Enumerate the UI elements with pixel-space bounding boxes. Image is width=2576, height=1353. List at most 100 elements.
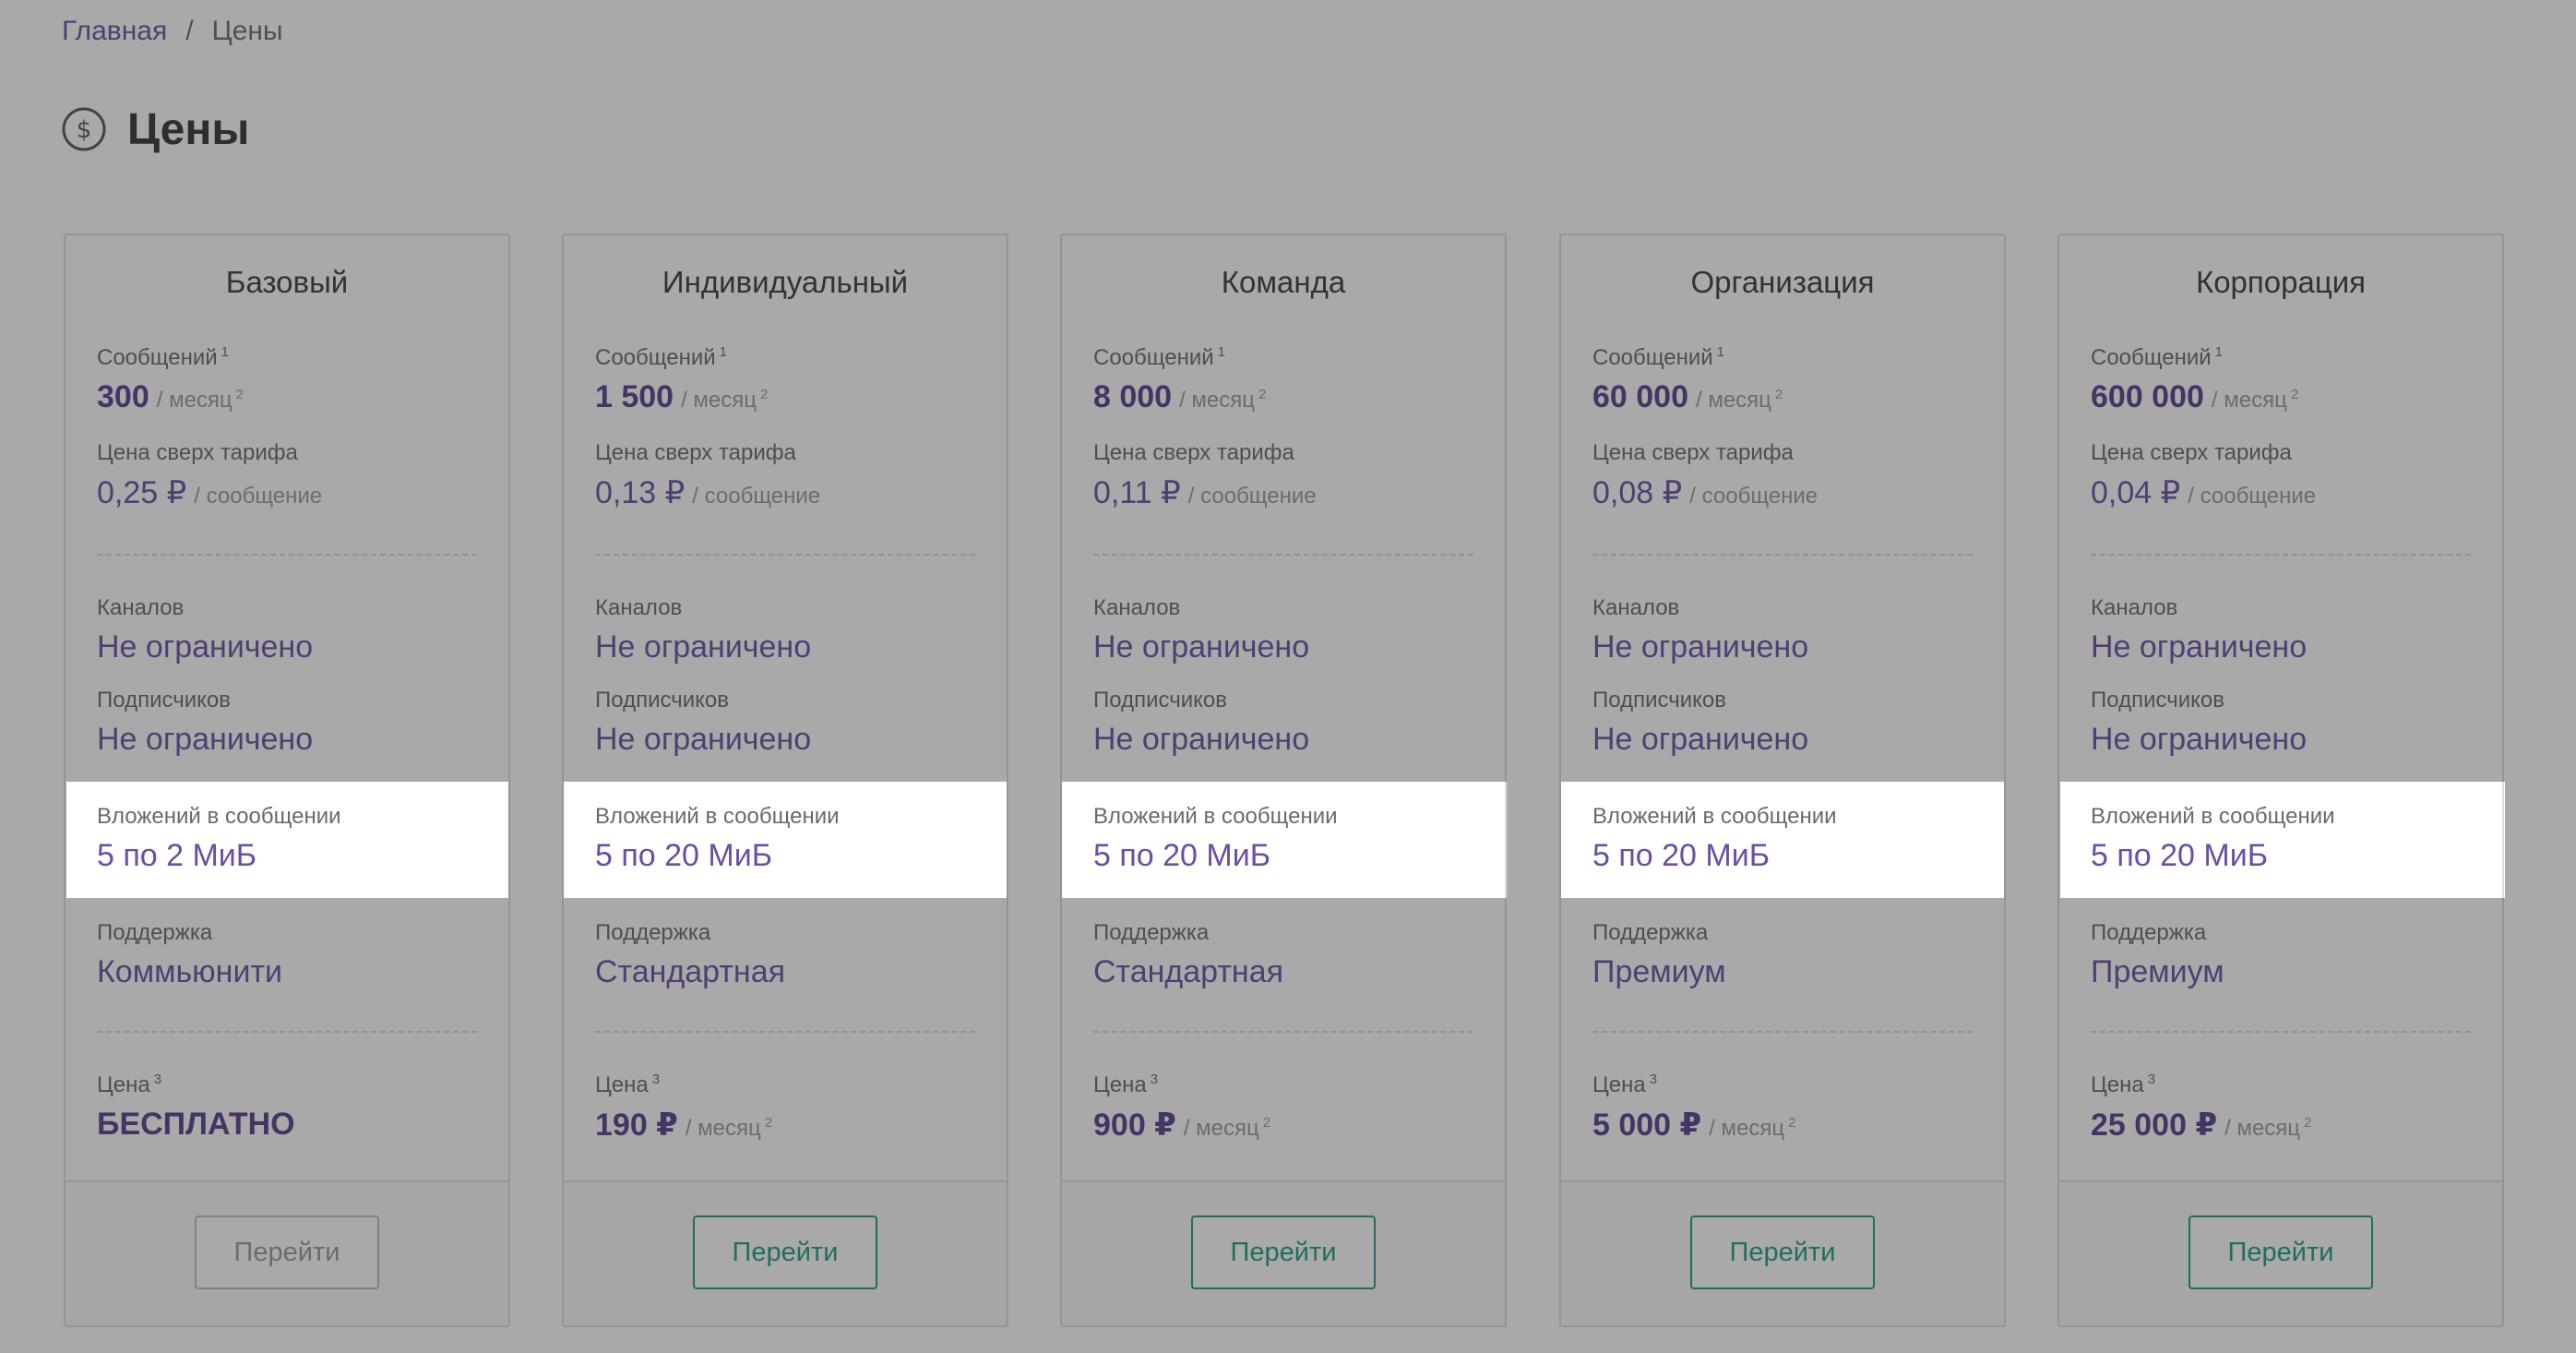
- messages-label-text: Сообщений: [97, 345, 218, 370]
- overage-label: Цена сверх тарифа: [2091, 440, 2292, 465]
- messages-value: 60 000 / месяц 2: [1592, 379, 1783, 415]
- go-button[interactable]: Перейти: [2188, 1215, 2373, 1289]
- overage-price: 0,25 ₽: [97, 475, 187, 510]
- messages-label: Сообщений 1: [1093, 344, 1225, 371]
- messages-label: Сообщений 1: [2091, 344, 2223, 371]
- attachments-label: Вложений в сообщении: [2091, 804, 2335, 829]
- messages-value: 600 000 / месяц 2: [2091, 379, 2298, 415]
- messages-label-footnote: 1: [1217, 344, 1226, 360]
- plan-card: Корпорация Сообщений 1 600 000/ месяц 2 Цена …: [2057, 233, 2504, 1327]
- channels-label: Каналов: [97, 595, 185, 620]
- plan-card: Организация Сообщений 1 60 000/ месяц 2 Цена …: [1559, 233, 2006, 1327]
- breadcrumb-current: Цены: [211, 16, 283, 46]
- dim-overlay-gap: [508, 782, 564, 898]
- price-amount: БЕСПЛАТНО: [97, 1107, 295, 1142]
- price-label: Цена 3: [2091, 1072, 2155, 1098]
- price-label-text: Цена: [97, 1072, 150, 1097]
- per-month-unit: / месяц 2: [1696, 387, 1783, 413]
- price-amount: 5 000 ₽: [1592, 1108, 1702, 1143]
- messages-label-footnote: 1: [2214, 344, 2224, 360]
- channels-label: Каналов: [2091, 595, 2178, 620]
- overage-price: 0,04 ₽: [2091, 475, 2181, 510]
- channels-label: Каналов: [595, 595, 683, 620]
- channels-label: Каналов: [1093, 595, 1181, 620]
- price-label-footnote: 3: [1649, 1072, 1658, 1087]
- per-month-unit: / месяц 2: [157, 387, 244, 413]
- overage-value: 0,08 ₽ / сообщение: [1592, 474, 1818, 511]
- channels-value: Не ограничено: [1592, 629, 1809, 665]
- price-label-text: Цена: [1592, 1072, 1646, 1097]
- messages-label-footnote: 1: [1716, 344, 1725, 360]
- messages-count: 600 000: [2091, 379, 2204, 414]
- messages-label-footnote: 1: [719, 344, 728, 360]
- plan-name: Организация: [1690, 265, 1875, 299]
- subscribers-label: Подписчиков: [97, 688, 231, 712]
- attachments-value: 5 по 2 МиБ: [97, 838, 257, 873]
- page-title: Цены: [127, 104, 250, 154]
- subscribers-label: Подписчиков: [1592, 688, 1726, 712]
- plan-name: Индивидуальный: [662, 265, 909, 299]
- per-month-text: / месяц: [2224, 1116, 2301, 1141]
- price-amount: 900 ₽: [1093, 1108, 1176, 1143]
- go-button[interactable]: Перейти: [693, 1215, 877, 1289]
- dim-overlay-gap: [2004, 782, 2060, 898]
- price-value: 900 ₽ / месяц 2: [1093, 1107, 1270, 1143]
- support-value: Стандартная: [595, 954, 786, 989]
- channels-value: Не ограничено: [1093, 629, 1310, 665]
- divider: [97, 554, 477, 556]
- overage-price: 0,08 ₽: [1592, 475, 1683, 510]
- card-footer: Перейти: [66, 1180, 508, 1325]
- go-button[interactable]: Перейти: [1690, 1215, 1875, 1289]
- subscribers-value: Не ограничено: [595, 722, 812, 757]
- price-label-footnote: 3: [2147, 1072, 2156, 1087]
- per-month-footnote: 2: [1774, 387, 1783, 402]
- support-label: Поддержка: [2091, 920, 2207, 945]
- per-month-unit: / месяц 2: [2224, 1115, 2312, 1141]
- price-label: Цена 3: [1093, 1072, 1158, 1098]
- go-button[interactable]: Перейти: [1191, 1215, 1376, 1289]
- overage-value: 0,13 ₽ / сообщение: [595, 474, 820, 511]
- card-footer: Перейти: [1561, 1180, 2004, 1325]
- overage-label: Цена сверх тарифа: [1093, 440, 1294, 465]
- divider: [2091, 1031, 2471, 1033]
- per-month-unit: / месяц 2: [1184, 1115, 1270, 1141]
- support-value: Премиум: [1592, 954, 1726, 989]
- divider: [2091, 554, 2471, 556]
- channels-label: Каналов: [1592, 595, 1680, 620]
- go-button: Перейти: [195, 1215, 379, 1289]
- breadcrumb: Главная / Цены: [62, 11, 283, 52]
- per-message-unit: / сообщение: [1187, 484, 1317, 509]
- per-month-footnote: 2: [235, 387, 244, 402]
- messages-count: 300: [97, 379, 149, 414]
- per-message-unit: / сообщение: [194, 484, 323, 509]
- overage-value: 0,11 ₽ / сообщение: [1093, 474, 1317, 511]
- per-month-footnote: 2: [2290, 387, 2299, 402]
- divider: [1592, 1031, 1973, 1033]
- dim-overlay-gap: [0, 782, 66, 898]
- per-month-unit: / месяц 2: [1179, 387, 1266, 413]
- messages-count: 60 000: [1592, 379, 1688, 414]
- channels-value: Не ограничено: [595, 629, 812, 665]
- overage-value: 0,25 ₽ / сообщение: [97, 474, 322, 511]
- support-value: Коммьюнити: [97, 954, 283, 989]
- subscribers-value: Не ограничено: [97, 722, 314, 757]
- per-month-text: / месяц: [2211, 388, 2287, 413]
- plan-name: Базовый: [225, 265, 349, 299]
- support-value: Стандартная: [1093, 954, 1284, 989]
- per-month-footnote: 2: [1788, 1115, 1796, 1131]
- attachments-label: Вложений в сообщении: [595, 804, 840, 829]
- divider: [97, 1031, 477, 1033]
- price-label: Цена 3: [1592, 1072, 1657, 1098]
- per-message-unit: / сообщение: [692, 484, 821, 509]
- price-value: 190 ₽ / месяц 2: [595, 1107, 772, 1143]
- price-label-text: Цена: [1093, 1072, 1147, 1097]
- subscribers-label: Подписчиков: [595, 688, 729, 712]
- per-month-footnote: 2: [2304, 1115, 2312, 1131]
- attachments-label: Вложений в сообщении: [1093, 804, 1338, 829]
- breadcrumb-home-link[interactable]: Главная: [62, 16, 167, 47]
- per-month-text: / месяц: [685, 1116, 761, 1141]
- messages-value: 8 000/ месяц 2: [1093, 379, 1266, 415]
- messages-label-text: Сообщений: [2091, 345, 2212, 370]
- price-value: 5 000 ₽ / месяц 2: [1592, 1107, 1795, 1143]
- price-label-footnote: 3: [153, 1072, 162, 1087]
